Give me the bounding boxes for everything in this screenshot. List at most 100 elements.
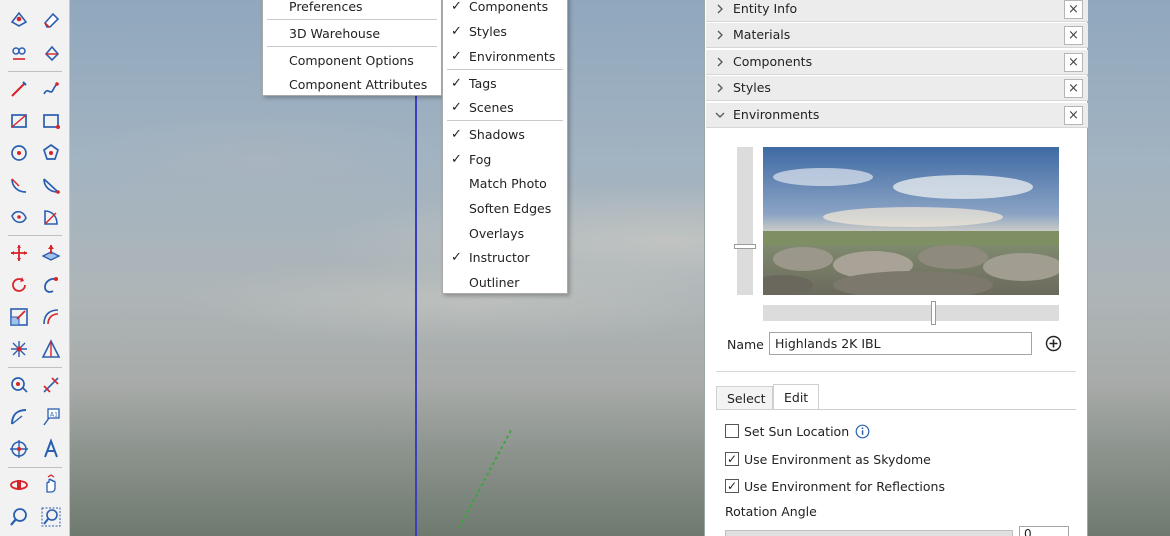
circle-icon[interactable] <box>6 140 32 166</box>
tag-icon[interactable] <box>6 40 32 66</box>
info-icon[interactable] <box>855 424 870 439</box>
close-icon[interactable]: × <box>1064 106 1083 125</box>
panel-header-components[interactable]: Components × <box>706 50 1088 75</box>
freehand-icon[interactable] <box>38 76 64 102</box>
checkmark-icon: ✓ <box>451 250 462 265</box>
tape-measure-icon[interactable] <box>6 372 32 398</box>
protractor-icon[interactable] <box>6 404 32 430</box>
dimension-icon[interactable] <box>38 372 64 398</box>
two-point-arc-icon[interactable] <box>38 172 64 198</box>
arc-icon[interactable] <box>6 172 32 198</box>
svg-text:A1: A1 <box>50 412 58 419</box>
environment-preview-image <box>763 147 1059 295</box>
zoom-window-icon[interactable] <box>38 504 64 530</box>
environment-name-input[interactable] <box>769 332 1032 355</box>
menu-item-preferences[interactable]: Preferences <box>263 0 441 19</box>
panel-header-styles[interactable]: Styles × <box>706 76 1088 101</box>
chevron-right-icon <box>717 30 723 40</box>
rotation-angle-label: Rotation Angle <box>725 504 817 519</box>
menu-item-component-options[interactable]: Component Options <box>263 49 441 73</box>
chevron-right-icon <box>717 83 723 93</box>
menu-separator <box>447 69 563 70</box>
chevron-right-icon <box>717 57 723 67</box>
rotated-rectangle-icon[interactable] <box>38 108 64 134</box>
close-icon[interactable]: × <box>1064 26 1083 45</box>
menu-item-overlays[interactable]: Overlays <box>443 222 567 246</box>
pie-icon[interactable] <box>38 204 64 230</box>
menu-item-match-photo[interactable]: Match Photo <box>443 172 567 196</box>
option-set-sun-location: Set Sun Location <box>725 423 870 439</box>
push-pull-icon[interactable] <box>38 240 64 266</box>
three-point-arc-icon[interactable] <box>6 204 32 230</box>
polygon-icon[interactable] <box>38 140 64 166</box>
panel-header-materials[interactable]: Materials × <box>706 23 1088 48</box>
reflections-checkbox[interactable]: ✓ <box>725 479 739 493</box>
menu-separator <box>267 46 437 47</box>
menu-item-outliner[interactable]: Outliner <box>443 271 567 295</box>
horizontal-slider-thumb[interactable] <box>931 301 936 325</box>
menu-separator <box>447 120 563 121</box>
close-icon[interactable]: × <box>1064 53 1083 72</box>
tab-select[interactable]: Select <box>716 386 773 410</box>
move-icon[interactable] <box>6 240 32 266</box>
menu-item-instructor[interactable]: ✓ Instructor <box>443 246 567 270</box>
menu-item-components[interactable]: ✓ Components <box>443 0 567 19</box>
exposure-vertical-slider[interactable] <box>737 147 753 295</box>
axes-icon[interactable] <box>6 436 32 462</box>
menu-item-soften-edges[interactable]: Soften Edges <box>443 197 567 221</box>
menu-item-tags[interactable]: ✓ Tags <box>443 72 567 96</box>
checkmark-icon: ✓ <box>451 49 462 64</box>
checkmark-icon: ✓ <box>451 127 462 142</box>
pencil-line-icon[interactable] <box>6 76 32 102</box>
solid-tools-icon[interactable] <box>6 336 32 362</box>
rotation-angle-input[interactable]: 0 <box>1019 526 1069 536</box>
default-tray-submenu: ✓ Components ✓ Styles ✓ Environments ✓ Tags … <box>442 0 568 294</box>
menu-item-environments[interactable]: ✓ Environments <box>443 45 567 69</box>
rotation-angle-slider[interactable] <box>725 530 1013 536</box>
rotate-icon[interactable] <box>6 272 32 298</box>
scale-icon[interactable] <box>6 304 32 330</box>
tab-edit[interactable]: Edit <box>773 384 819 410</box>
close-icon[interactable]: × <box>1064 79 1083 98</box>
option-use-environment-for-reflections: ✓ Use Environment for Reflections <box>725 478 945 494</box>
follow-me-icon[interactable] <box>38 272 64 298</box>
toolbar-separator <box>8 367 62 368</box>
menu-item-styles[interactable]: ✓ Styles <box>443 20 567 44</box>
orbit-icon[interactable] <box>6 472 32 498</box>
toolbar-separator <box>8 71 62 72</box>
toolbar-separator <box>8 467 62 468</box>
tab-underline <box>716 409 1076 410</box>
menu-item-fog[interactable]: ✓ Fog <box>443 148 567 172</box>
section-divider <box>716 371 1076 372</box>
vertical-slider-thumb[interactable] <box>734 244 756 249</box>
checkmark-icon: ✓ <box>451 24 462 39</box>
checkmark-icon: ✓ <box>451 152 462 167</box>
menu-item-component-attributes[interactable]: Component Attributes <box>263 73 441 97</box>
panel-header-entity-info[interactable]: Entity Info × <box>706 0 1088 22</box>
pan-icon[interactable] <box>38 472 64 498</box>
close-icon[interactable]: × <box>1064 0 1083 19</box>
option-use-environment-as-skydome: ✓ Use Environment as Skydome <box>725 451 931 467</box>
chevron-down-icon <box>715 112 725 118</box>
menu-item-scenes[interactable]: ✓ Scenes <box>443 96 567 120</box>
3d-text-icon[interactable] <box>38 436 64 462</box>
checkmark-icon: ✓ <box>451 100 462 115</box>
make-component-icon[interactable] <box>6 6 32 32</box>
menu-item-shadows[interactable]: ✓ Shadows <box>443 123 567 147</box>
text-icon[interactable]: A1 <box>38 404 64 430</box>
skydome-checkbox[interactable]: ✓ <box>725 452 739 466</box>
paint-bucket-icon[interactable] <box>38 40 64 66</box>
rotation-horizontal-slider[interactable] <box>763 305 1059 321</box>
add-environment-icon[interactable] <box>1045 335 1062 352</box>
zoom-icon[interactable] <box>6 504 32 530</box>
set-sun-location-checkbox[interactable] <box>725 424 739 438</box>
chevron-right-icon <box>717 4 723 14</box>
panel-header-environments[interactable]: Environments × <box>706 103 1088 128</box>
checkmark-icon: ✓ <box>451 76 462 91</box>
rectangle-icon[interactable] <box>6 108 32 134</box>
menu-item-3d-warehouse[interactable]: 3D Warehouse <box>263 22 441 46</box>
toolbar-separator <box>8 235 62 236</box>
sandbox-icon[interactable] <box>38 336 64 362</box>
offset-icon[interactable] <box>38 304 64 330</box>
eraser-icon[interactable] <box>38 6 64 32</box>
